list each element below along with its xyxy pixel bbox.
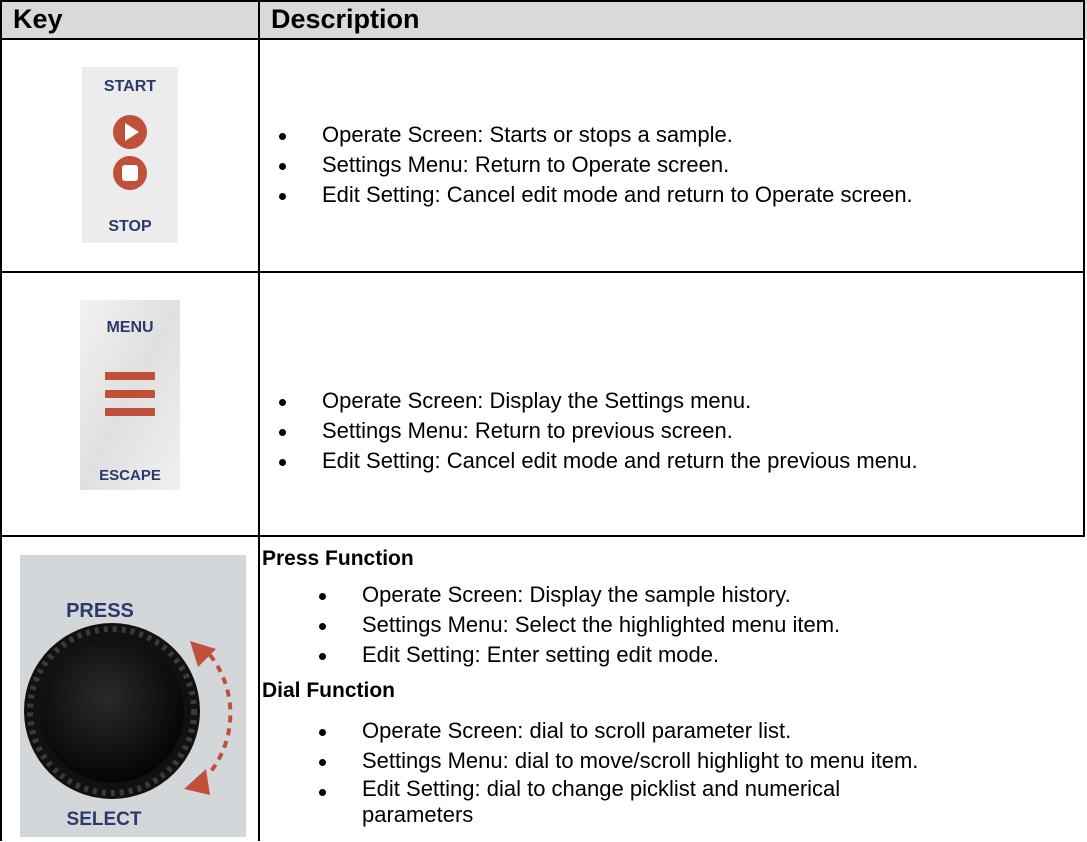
list-item: Operate Screen: dial to scroll parameter… — [262, 716, 1077, 746]
press-select-dial-image: PRESS SELECT — [20, 555, 246, 842]
table-top-border — [0, 0, 1085, 2]
press-dial-description: Press Function Operate Screen: Display t… — [262, 544, 1077, 828]
press-label: PRESS — [66, 600, 134, 622]
list-item: Edit Setting: Cancel edit mode and retur… — [262, 180, 1077, 210]
hamburger-icon — [105, 372, 155, 416]
key-description-table: Key Description START STOP Operate Scree… — [0, 0, 1087, 841]
start-stop-description: Operate Screen: Starts or stops a sample… — [262, 120, 1077, 210]
header-key: Key — [13, 4, 63, 34]
table-header-row — [0, 0, 1087, 39]
press-function-list: Operate Screen: Display the sample histo… — [262, 580, 1077, 670]
list-item: Edit Setting: Enter setting edit mode. — [262, 640, 1077, 670]
stop-label: STOP — [108, 218, 152, 235]
list-item: Settings Menu: Return to Operate screen. — [262, 150, 1077, 180]
press-function-title: Press Function — [262, 547, 414, 570]
table-right-border — [1083, 0, 1085, 537]
list-item: Edit Setting: dial to change picklist an… — [262, 776, 922, 828]
list-item: Settings Menu: dial to move/scroll highl… — [262, 746, 1077, 776]
knob-icon — [24, 623, 200, 799]
list-item: Operate Screen: Display the sample histo… — [262, 580, 1077, 610]
start-label: START — [104, 78, 156, 95]
list-item: Edit Setting: Cancel edit mode and retur… — [262, 446, 1077, 476]
start-stop-key-image: START STOP — [82, 67, 178, 248]
list-item: Settings Menu: Select the highlighted me… — [262, 610, 1077, 640]
menu-label: MENU — [106, 319, 153, 336]
select-label: SELECT — [67, 809, 142, 830]
start-stop-list: Operate Screen: Starts or stops a sample… — [262, 120, 1077, 210]
dial-function-title: Dial Function — [262, 679, 395, 702]
list-item: Settings Menu: Return to previous screen… — [262, 416, 1077, 446]
list-item: Operate Screen: Starts or stops a sample… — [262, 120, 1077, 150]
menu-escape-description: Operate Screen: Display the Settings men… — [262, 386, 1077, 476]
list-item: Operate Screen: Display the Settings men… — [262, 386, 1077, 416]
table-left-border — [0, 0, 2, 841]
escape-label: ESCAPE — [99, 467, 161, 484]
row-divider — [0, 535, 1085, 537]
menu-escape-list: Operate Screen: Display the Settings men… — [262, 386, 1077, 476]
header-description: Description — [271, 4, 420, 34]
column-divider — [258, 0, 260, 841]
menu-escape-key-image: MENU ESCAPE — [80, 300, 180, 495]
header-divider — [0, 38, 1085, 40]
dial-function-list: Operate Screen: dial to scroll parameter… — [262, 716, 1077, 828]
row-divider — [0, 271, 1085, 273]
